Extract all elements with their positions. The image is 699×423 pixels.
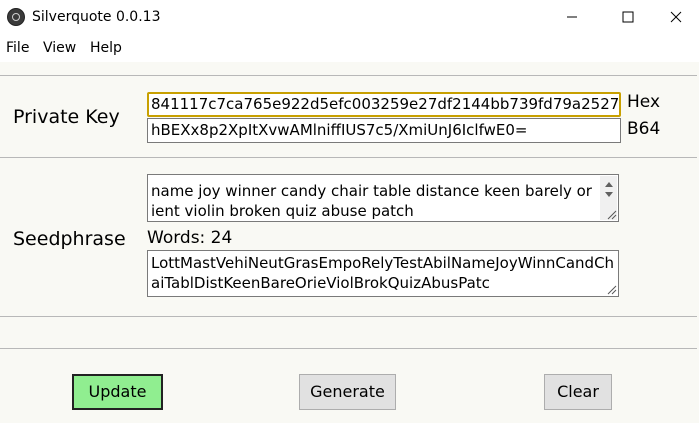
minimize-button[interactable] <box>549 0 595 33</box>
close-icon <box>670 11 682 22</box>
divider <box>0 157 697 158</box>
hex-key-field[interactable]: 841117c7ca765e922d5efc003259e27df2144bb7… <box>147 92 621 117</box>
maximize-icon <box>622 11 634 22</box>
scroll-down-icon[interactable] <box>605 192 613 197</box>
clear-button[interactable]: Clear <box>544 374 612 410</box>
title-bar: Silverquote 0.0.13 <box>0 0 699 35</box>
resize-grip-icon[interactable] <box>605 208 617 220</box>
abbreviated-seed-text: LottMastVehiNeutGrasEmpoRelyTestAbilName… <box>151 254 615 292</box>
word-count: Words: 24 <box>147 228 233 248</box>
hex-label: Hex <box>627 92 661 112</box>
seedphrase-label: Seedphrase <box>13 228 126 250</box>
update-button[interactable]: Update <box>72 374 163 410</box>
seedphrase-textarea[interactable]: name joy winner candy chair table distan… <box>147 174 619 222</box>
minimize-icon <box>567 16 577 17</box>
menu-help[interactable]: Help <box>90 40 122 57</box>
menu-view[interactable]: View <box>43 40 76 57</box>
seedphrase-text: name joy winner candy chair table distan… <box>151 182 592 220</box>
window-title: Silverquote 0.0.13 <box>32 9 161 25</box>
close-button[interactable] <box>653 0 699 33</box>
generate-button[interactable]: Generate <box>299 374 396 410</box>
private-key-label: Private Key <box>13 106 120 128</box>
divider <box>0 316 697 317</box>
b64-label: B64 <box>627 119 661 139</box>
abbreviated-seed-textarea[interactable]: LottMastVehiNeutGrasEmpoRelyTestAbilName… <box>147 250 619 297</box>
divider <box>0 348 697 349</box>
divider <box>0 75 697 76</box>
app-logo-icon <box>7 8 25 26</box>
b64-key-field[interactable]: hBEXx8p2XpItXvwAMlniffIUS7c5/XmiUnJ6Iclf… <box>147 118 621 143</box>
menu-file[interactable]: File <box>6 40 29 57</box>
resize-grip-icon[interactable] <box>605 283 617 295</box>
scroll-up-icon[interactable] <box>605 182 613 187</box>
maximize-button[interactable] <box>605 0 651 33</box>
main-panel: Private Key 841117c7ca765e922d5efc003259… <box>0 62 699 423</box>
menu-bar: File View Help <box>0 35 699 62</box>
